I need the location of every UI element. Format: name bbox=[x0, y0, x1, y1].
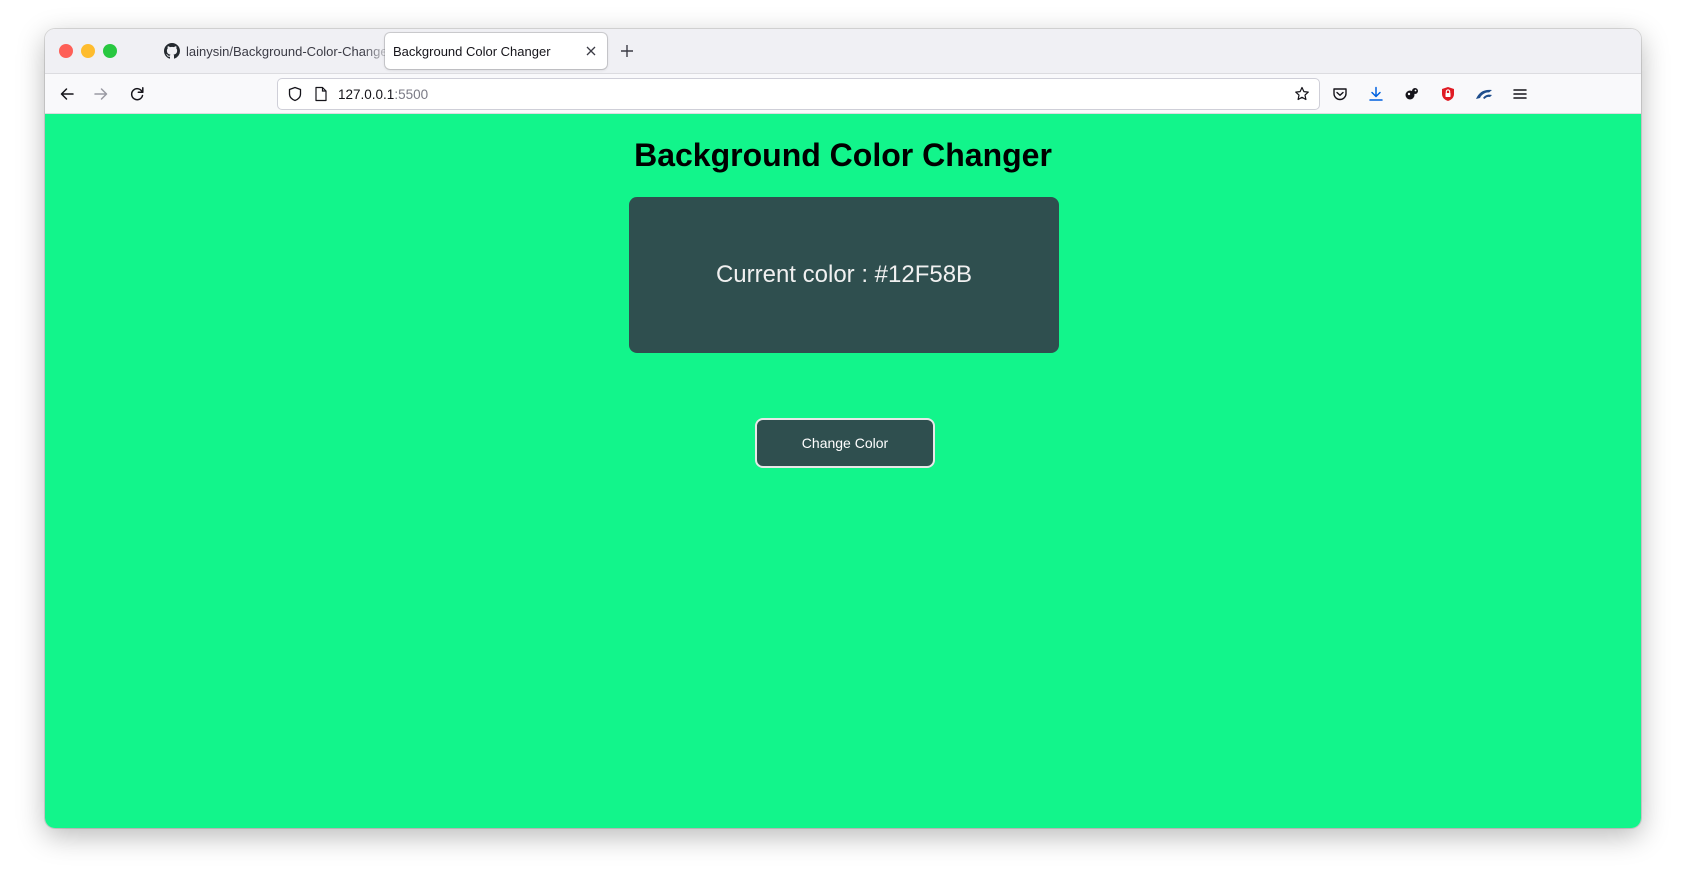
tab-background-color-changer[interactable]: Background Color Changer bbox=[385, 33, 607, 69]
current-color-box: Current color : #12F58B bbox=[629, 197, 1059, 353]
tab-github[interactable]: lainysin/Background-Color-Changer bbox=[163, 33, 421, 69]
arrow-right-icon[interactable] bbox=[89, 82, 113, 106]
navigation-bar: 127.0.0.1:5500 bbox=[45, 73, 1641, 114]
hamburger-menu-icon[interactable] bbox=[1508, 82, 1532, 106]
extension-icon[interactable] bbox=[1400, 82, 1424, 106]
current-color-label: Current color : #12F58B bbox=[715, 261, 973, 288]
close-window-button[interactable] bbox=[59, 44, 73, 58]
github-icon bbox=[163, 42, 181, 60]
close-tab-icon[interactable] bbox=[579, 39, 603, 63]
tab-title: Background Color Changer bbox=[393, 43, 551, 59]
minimize-window-button[interactable] bbox=[81, 44, 95, 58]
browser-window: lainysin/Background-Color-Changer Backgr… bbox=[45, 29, 1641, 828]
pocket-icon[interactable] bbox=[1328, 82, 1352, 106]
page-icon[interactable] bbox=[310, 83, 332, 105]
arrow-left-icon[interactable] bbox=[55, 82, 79, 106]
page-title: Background Color Changer bbox=[634, 137, 1052, 173]
url-host: 127.0.0.1 bbox=[338, 86, 395, 102]
url-text[interactable]: 127.0.0.1:5500 bbox=[338, 87, 428, 102]
url-port: :5500 bbox=[394, 86, 429, 102]
reload-icon[interactable] bbox=[125, 82, 149, 106]
ublock-icon[interactable] bbox=[1436, 82, 1460, 106]
page-content: Background Color Changer Current color :… bbox=[45, 114, 1641, 828]
tab-strip: lainysin/Background-Color-Changer Backgr… bbox=[45, 29, 1641, 73]
url-bar[interactable]: 127.0.0.1:5500 bbox=[277, 78, 1320, 110]
shield-icon[interactable] bbox=[284, 83, 306, 105]
change-color-button[interactable]: Change Color bbox=[755, 418, 935, 468]
extension-icon[interactable] bbox=[1472, 82, 1496, 106]
star-icon[interactable] bbox=[1291, 83, 1313, 105]
new-tab-icon[interactable] bbox=[615, 39, 639, 63]
tab-title: lainysin/Background-Color-Changer bbox=[186, 43, 392, 59]
download-icon[interactable] bbox=[1364, 82, 1388, 106]
maximize-window-button[interactable] bbox=[103, 44, 117, 58]
